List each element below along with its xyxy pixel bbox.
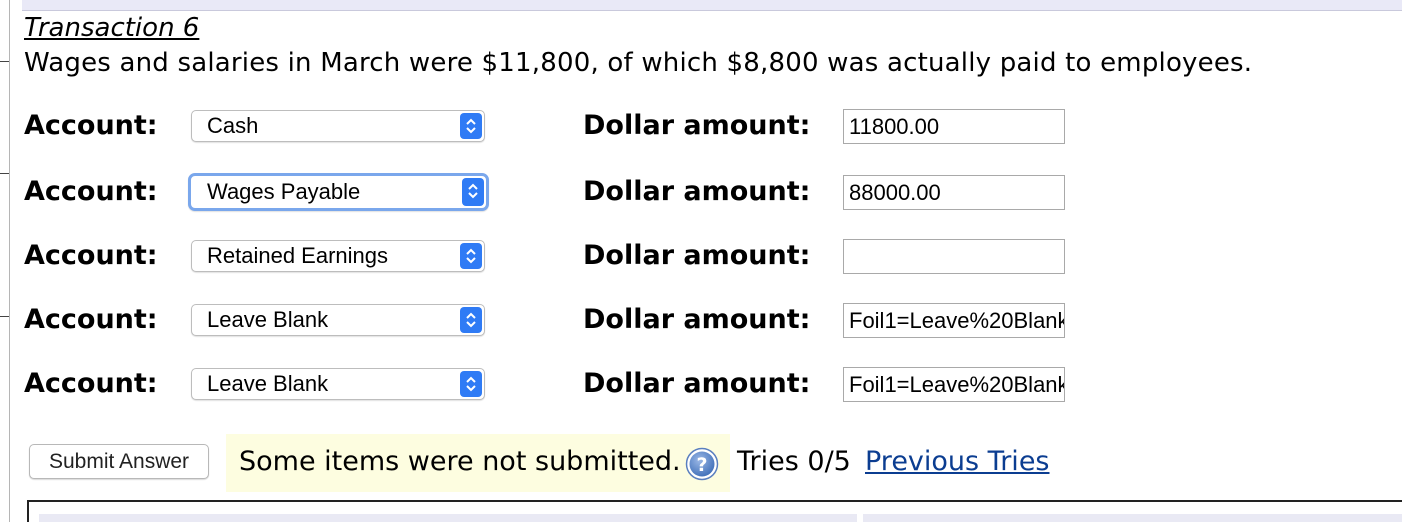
entry-row: Account: Cash Dollar amount: 11800.00: [0, 107, 1402, 147]
status-message: Some items were not submitted.: [239, 446, 681, 477]
select-arrows-icon: [462, 178, 484, 206]
amount-input[interactable]: 11800.00: [843, 109, 1065, 144]
next-section-box: [27, 500, 1402, 522]
account-select[interactable]: Leave Blank: [191, 304, 485, 336]
account-select-value: Leave Blank: [207, 307, 329, 332]
transaction-title: Transaction 6: [24, 13, 200, 43]
amount-label: Dollar amount:: [583, 240, 811, 271]
previous-tries-link[interactable]: Previous Tries: [865, 445, 1050, 479]
account-select[interactable]: Leave Blank: [191, 368, 485, 400]
account-select-value: Cash: [207, 113, 259, 138]
question-circle-icon[interactable]: ?: [685, 447, 719, 481]
select-arrows-icon: [460, 243, 482, 269]
amount-input[interactable]: Foil1=Leave%20Blank: [843, 367, 1065, 402]
amount-label: Dollar amount:: [583, 368, 811, 399]
amount-label: Dollar amount:: [583, 304, 811, 335]
entry-row: Account: Leave Blank Dollar amount: Foil…: [0, 365, 1402, 405]
account-select-value: Retained Earnings: [207, 243, 389, 268]
next-section-cell: [39, 514, 857, 522]
amount-input[interactable]: [843, 239, 1065, 274]
account-label: Account:: [24, 176, 158, 207]
transaction-description: Wages and salaries in March were $11,800…: [24, 48, 1253, 78]
select-arrows-icon: [460, 371, 482, 397]
assignment-page: Transaction 6 Wages and salaries in Marc…: [0, 0, 1402, 522]
account-select-value: Leave Blank: [207, 371, 329, 396]
account-label: Account:: [24, 304, 158, 335]
account-label: Account:: [24, 110, 158, 141]
amount-input[interactable]: 88000.00: [843, 175, 1065, 210]
account-label: Account:: [24, 240, 158, 271]
select-arrows-icon: [460, 307, 482, 333]
tries-counter: Tries 0/5: [737, 446, 851, 477]
entry-row: Account: Retained Earnings Dollar amount…: [0, 237, 1402, 277]
account-select[interactable]: Wages Payable: [188, 173, 489, 211]
submit-answer-button[interactable]: Submit Answer: [29, 444, 209, 479]
account-select[interactable]: Retained Earnings: [191, 240, 485, 272]
previous-section-band: [22, 0, 1402, 11]
amount-label: Dollar amount:: [583, 110, 811, 141]
amount-label: Dollar amount:: [583, 176, 811, 207]
select-arrows-icon: [460, 113, 482, 139]
account-select-value: Wages Payable: [207, 179, 361, 204]
entry-row: Account: Leave Blank Dollar amount: Foil…: [0, 301, 1402, 341]
account-label: Account:: [24, 368, 158, 399]
amount-input[interactable]: Foil1=Leave%20Blank: [843, 303, 1065, 338]
entry-row: Account: Wages Payable Dollar amount: 88…: [0, 173, 1402, 213]
next-section-cell: [863, 514, 1402, 522]
svg-text:?: ?: [696, 454, 707, 476]
margin-tick: [0, 61, 9, 62]
account-select[interactable]: Cash: [191, 110, 485, 142]
